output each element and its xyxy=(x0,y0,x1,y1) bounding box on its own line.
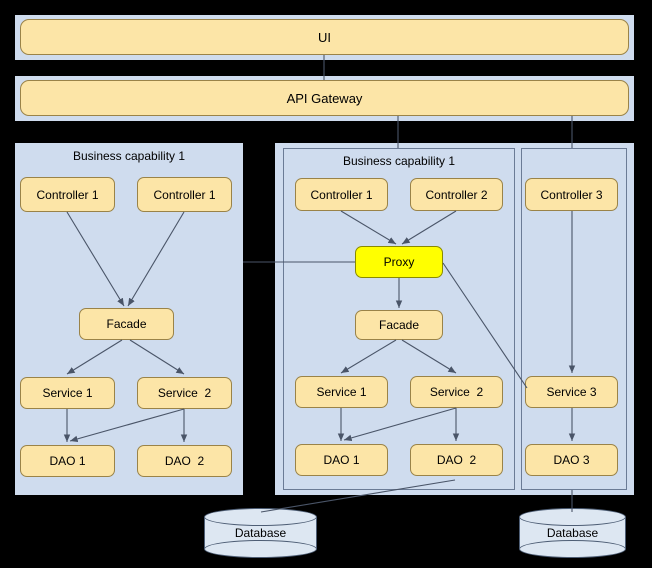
right-dao-1-box[interactable]: DAO 1 xyxy=(295,444,388,476)
left-capability-title: Business capability 1 xyxy=(72,149,186,163)
dao-3-box[interactable]: DAO 3 xyxy=(525,444,618,476)
left-dao-1-box[interactable]: DAO 1 xyxy=(20,445,115,477)
right-service-2-box[interactable]: Service 2 xyxy=(410,376,503,408)
ui-box[interactable]: UI xyxy=(20,19,629,55)
db-left-label: Database xyxy=(234,526,287,540)
left-controller-1-box[interactable]: Controller 1 xyxy=(20,177,115,212)
left-facade-box[interactable]: Facade xyxy=(79,308,174,340)
service-3-box[interactable]: Service 3 xyxy=(525,376,618,408)
right-dao-2-box[interactable]: DAO 2 xyxy=(410,444,503,476)
left-service-1-box[interactable]: Service 1 xyxy=(20,377,115,409)
right-facade-box[interactable]: Facade xyxy=(355,310,443,340)
proxy-box[interactable]: Proxy xyxy=(355,246,443,278)
left-controller-1b-box[interactable]: Controller 1 xyxy=(137,177,232,212)
architecture-diagram: UI API Gateway Business capability 1 Con… xyxy=(0,0,652,568)
db-right-label: Database xyxy=(546,526,599,540)
left-service-2-box[interactable]: Service 2 xyxy=(137,377,232,409)
right-service-1-box[interactable]: Service 1 xyxy=(295,376,388,408)
right-capability-title: Business capability 1 xyxy=(342,154,456,168)
api-gateway-box[interactable]: API Gateway xyxy=(20,80,629,116)
database-right[interactable]: Database xyxy=(519,508,626,558)
controller-3-box[interactable]: Controller 3 xyxy=(525,178,618,211)
database-left[interactable]: Database xyxy=(204,508,317,558)
right-controller-1-box[interactable]: Controller 1 xyxy=(295,178,388,211)
left-dao-2-box[interactable]: DAO 2 xyxy=(137,445,232,477)
right-controller-2-box[interactable]: Controller 2 xyxy=(410,178,503,211)
